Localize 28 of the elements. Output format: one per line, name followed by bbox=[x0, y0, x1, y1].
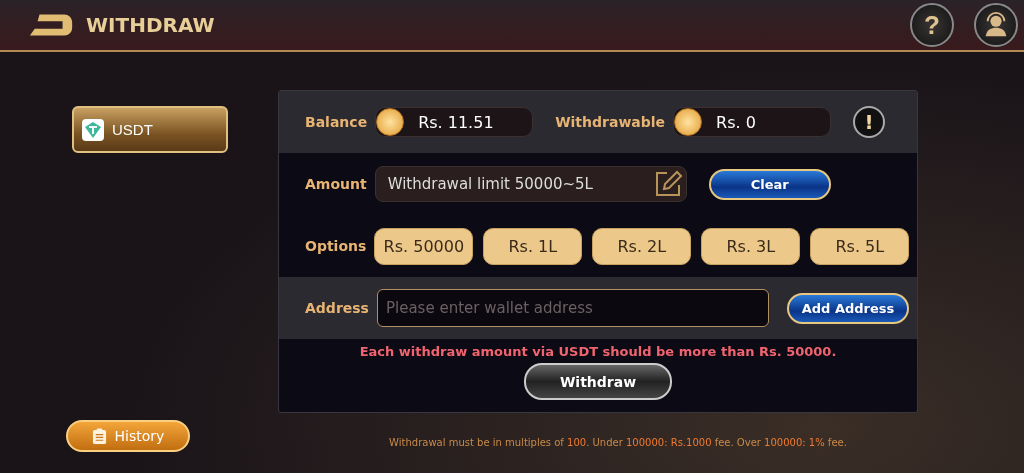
tether-icon bbox=[82, 118, 104, 141]
help-button[interactable]: ? bbox=[910, 3, 954, 47]
wallet-address-field[interactable]: Please enter wallet address bbox=[376, 289, 769, 327]
add-address-button[interactable]: Add Address bbox=[787, 292, 909, 324]
amount-option-button[interactable]: Rs. 2L bbox=[592, 227, 692, 265]
warning-message: Each withdraw amount via USDT should be more than Rs. 50000. bbox=[358, 343, 838, 361]
info-icon[interactable]: ! bbox=[853, 106, 886, 138]
page-title: WITHDRAW bbox=[86, 13, 215, 37]
balance-label: Balance bbox=[305, 114, 368, 130]
payment-method-tab[interactable]: USDT bbox=[72, 106, 228, 153]
fee-note: Withdrawal must be in multiples of 100. Under 100000: Rs.1000 fee. Over 100000: 1% fee. bbox=[388, 436, 848, 448]
coin-icon bbox=[674, 108, 703, 136]
amount-option-button[interactable]: Rs. 50000 bbox=[374, 227, 474, 265]
balance-display: Rs. 11.51 bbox=[375, 107, 534, 137]
amount-label: Amount bbox=[305, 176, 367, 192]
amount-field[interactable]: Withdrawal limit 50000~5L bbox=[374, 166, 687, 202]
withdrawable-display: Rs. 0 bbox=[673, 107, 832, 137]
address-label: Address bbox=[305, 300, 369, 316]
coin-icon bbox=[376, 108, 405, 136]
clear-button[interactable]: Clear bbox=[708, 168, 831, 200]
clipboard-icon bbox=[91, 427, 107, 445]
amount-option-button[interactable]: Rs. 3L bbox=[701, 227, 801, 265]
amount-option-button[interactable]: Rs. 5L bbox=[810, 227, 910, 265]
amount-option-button[interactable]: Rs. 1L bbox=[483, 227, 583, 265]
withdraw-button[interactable]: Withdraw bbox=[524, 363, 672, 400]
options-label: Options bbox=[305, 238, 367, 254]
withdrawable-label: Withdrawable bbox=[555, 114, 666, 130]
support-button[interactable] bbox=[974, 3, 1018, 47]
